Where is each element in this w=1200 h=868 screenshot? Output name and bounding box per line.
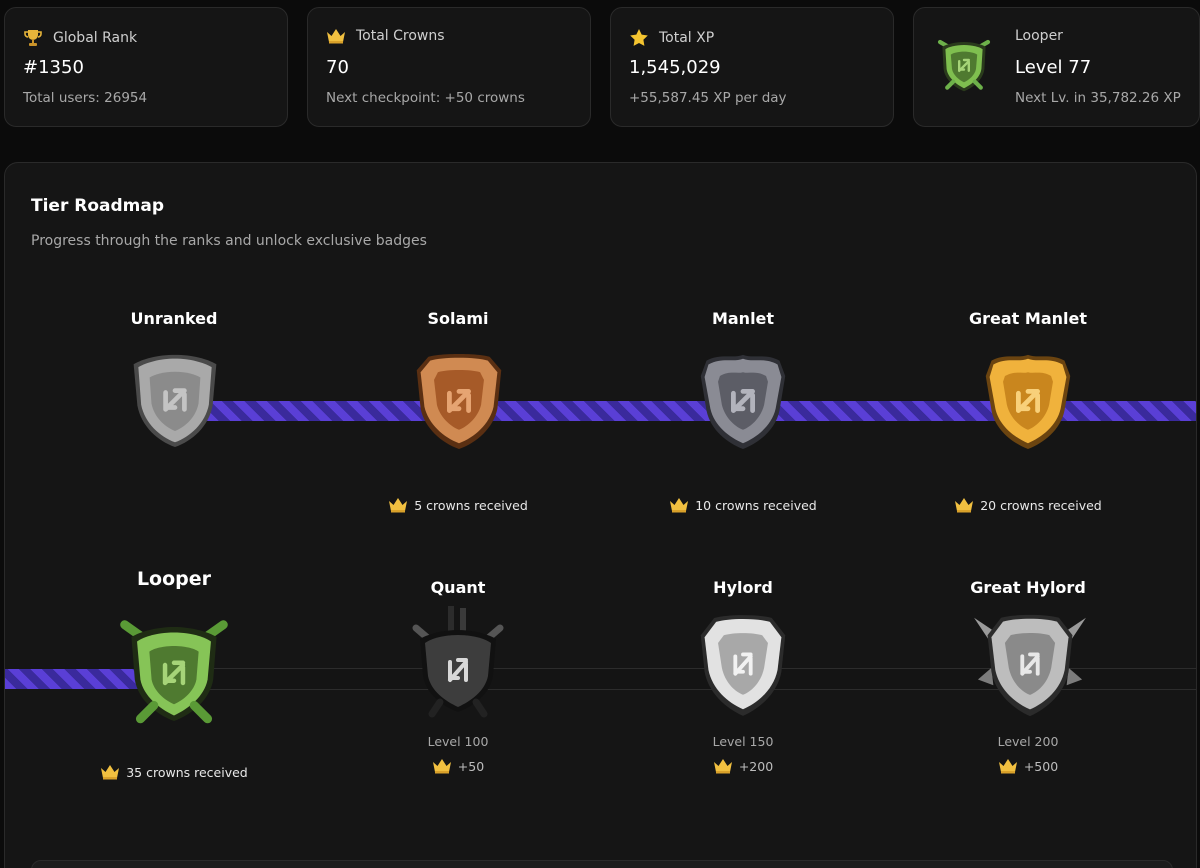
global-rank-label: Global Rank — [53, 30, 138, 46]
tier-roadmap-panel: Tier Roadmap Progress through the ranks … — [4, 162, 1197, 868]
solami-badge-icon — [416, 353, 502, 449]
total-xp-value: 1,545,029 — [629, 57, 721, 78]
great-manlet-badge-icon — [985, 354, 1071, 449]
tier-level: Level 150 — [712, 734, 774, 749]
tier-quant: Quant Level 100 +50 — [328, 578, 588, 788]
tier-requirement: 35 crowns received — [44, 764, 304, 780]
total-crowns-value: 70 — [326, 57, 349, 78]
crown-icon — [101, 765, 120, 780]
bonus-text: +200 — [738, 758, 774, 774]
unranked-badge-icon — [133, 354, 217, 447]
crown-icon — [955, 498, 974, 513]
tier-bonus: +500 — [898, 758, 1158, 774]
tier-name: Looper — [136, 568, 212, 590]
level-card: Looper Level 77 Next Lv. in 35,782.26 XP — [913, 7, 1200, 127]
bonus-text: +50 — [457, 758, 485, 774]
next-level-text: Next Lv. in 35,782.26 XP — [1015, 90, 1181, 106]
crown-icon — [713, 759, 732, 774]
total-crowns-card: Total Crowns 70 Next checkpoint: +50 cro… — [307, 7, 591, 127]
tier-level: Level 100 — [427, 734, 489, 749]
tier-name: Manlet — [711, 309, 775, 328]
tier-name: Great Hylord — [970, 578, 1086, 597]
xp-per-day-text: +55,587.45 XP per day — [629, 90, 787, 106]
bonus-text: +500 — [1023, 758, 1059, 774]
total-users-text: Total users: 26954 — [23, 90, 148, 106]
trophy-icon — [23, 28, 43, 48]
crown-icon — [326, 28, 346, 44]
tier-name: Solami — [427, 309, 489, 328]
total-xp-label: Total XP — [659, 30, 715, 46]
quant-badge-icon — [412, 606, 504, 718]
requirement-text: 20 crowns received — [980, 497, 1102, 513]
tier-level: Level 200 — [997, 734, 1059, 749]
panel-subtitle: Progress through the ranks and unlock ex… — [31, 233, 427, 249]
tier-bonus: +50 — [328, 758, 588, 774]
total-crowns-label: Total Crowns — [356, 28, 445, 44]
tier-name: Great Manlet — [969, 309, 1087, 328]
level-tier-label: Looper — [1015, 28, 1063, 44]
tier-great-manlet: Great Manlet 20 crowns received — [898, 309, 1158, 513]
requirement-text: 10 crowns received — [695, 497, 817, 513]
tier-unranked: Unranked — [44, 309, 304, 509]
tier-name: Quant — [430, 578, 486, 597]
crown-icon — [432, 759, 451, 774]
great-hylord-badge-icon — [974, 614, 1086, 717]
manlet-badge-icon — [700, 354, 786, 449]
tier-requirement: 20 crowns received — [898, 497, 1158, 513]
tier-hylord: Hylord Level 150 +200 — [613, 578, 873, 788]
tier-great-hylord: Great Hylord Level 200 +500 — [898, 578, 1158, 788]
global-rank-value: #1350 — [23, 57, 84, 78]
tier-name: Unranked — [130, 309, 218, 328]
level-value: Level 77 — [1015, 57, 1092, 78]
tier-requirement: 5 crowns received — [328, 497, 588, 513]
hylord-badge-icon — [700, 615, 786, 716]
global-rank-card: Global Rank #1350 Total users: 26954 — [4, 7, 288, 127]
bottom-section — [31, 860, 1173, 868]
tier-name: Hylord — [713, 578, 773, 597]
crown-icon — [670, 498, 689, 513]
tier-requirement: 10 crowns received — [613, 497, 873, 513]
requirement-text: 35 crowns received — [126, 764, 248, 780]
tier-manlet: Manlet 10 crowns received — [613, 309, 873, 513]
looper-badge-icon — [934, 36, 994, 100]
tier-bonus: +200 — [613, 758, 873, 774]
crown-icon — [389, 498, 408, 513]
crown-icon — [998, 759, 1017, 774]
tier-looper-current: Looper 35 crowns received — [44, 568, 304, 788]
stats-row: Global Rank #1350 Total users: 26954 Tot… — [4, 7, 1200, 127]
panel-title: Tier Roadmap — [31, 196, 165, 216]
tier-solami: Solami 5 crowns received — [328, 309, 588, 513]
looper-badge-icon — [120, 620, 228, 724]
star-icon — [629, 28, 649, 48]
requirement-text: 5 crowns received — [414, 497, 528, 513]
next-checkpoint-text: Next checkpoint: +50 crowns — [326, 90, 525, 106]
total-xp-card: Total XP 1,545,029 +55,587.45 XP per day — [610, 7, 894, 127]
